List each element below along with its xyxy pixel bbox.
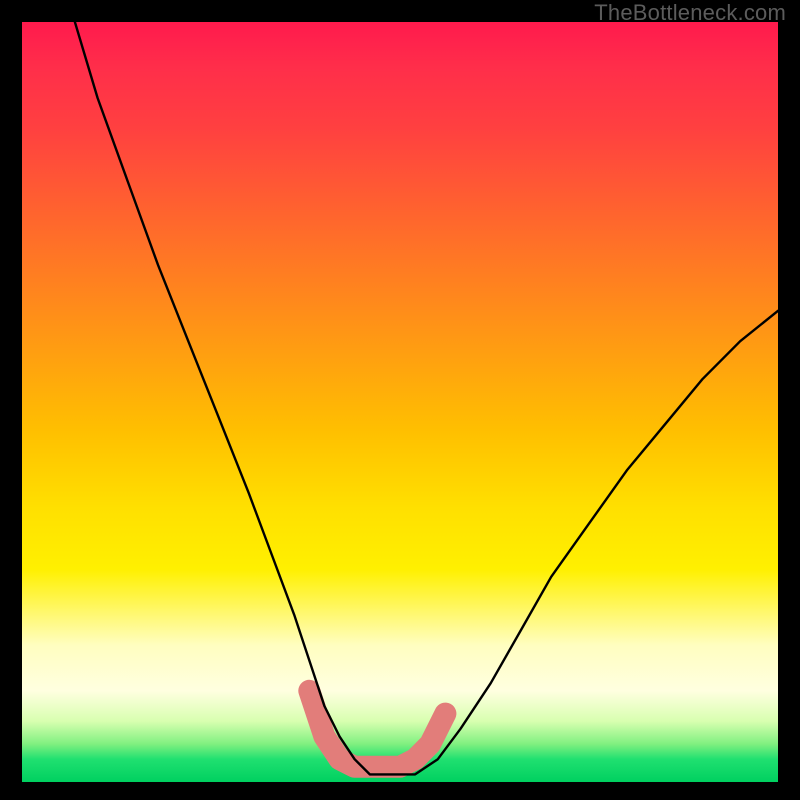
- watermark-text: TheBottleneck.com: [594, 0, 786, 26]
- chart-svg: [22, 22, 778, 782]
- sweet-spot-band: [309, 691, 445, 767]
- chart-frame: TheBottleneck.com: [0, 0, 800, 800]
- plot-area: [22, 22, 778, 782]
- bottleneck-curve: [75, 22, 778, 774]
